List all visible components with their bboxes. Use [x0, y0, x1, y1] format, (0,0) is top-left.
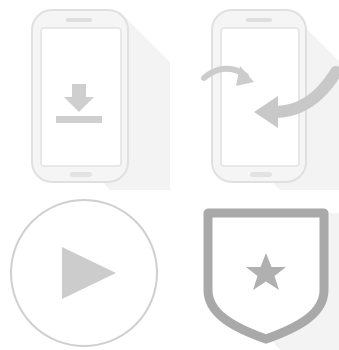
play-tile[interactable]	[0, 195, 170, 350]
shield-star-icon	[203, 208, 339, 350]
phone-transfer-icon	[201, 9, 339, 190]
play-button-icon	[10, 199, 158, 347]
phone-download-icon	[31, 9, 170, 190]
phone-download-tile[interactable]	[0, 0, 170, 190]
shield-tile[interactable]	[170, 195, 339, 350]
phone-transfer-tile[interactable]	[170, 0, 339, 190]
